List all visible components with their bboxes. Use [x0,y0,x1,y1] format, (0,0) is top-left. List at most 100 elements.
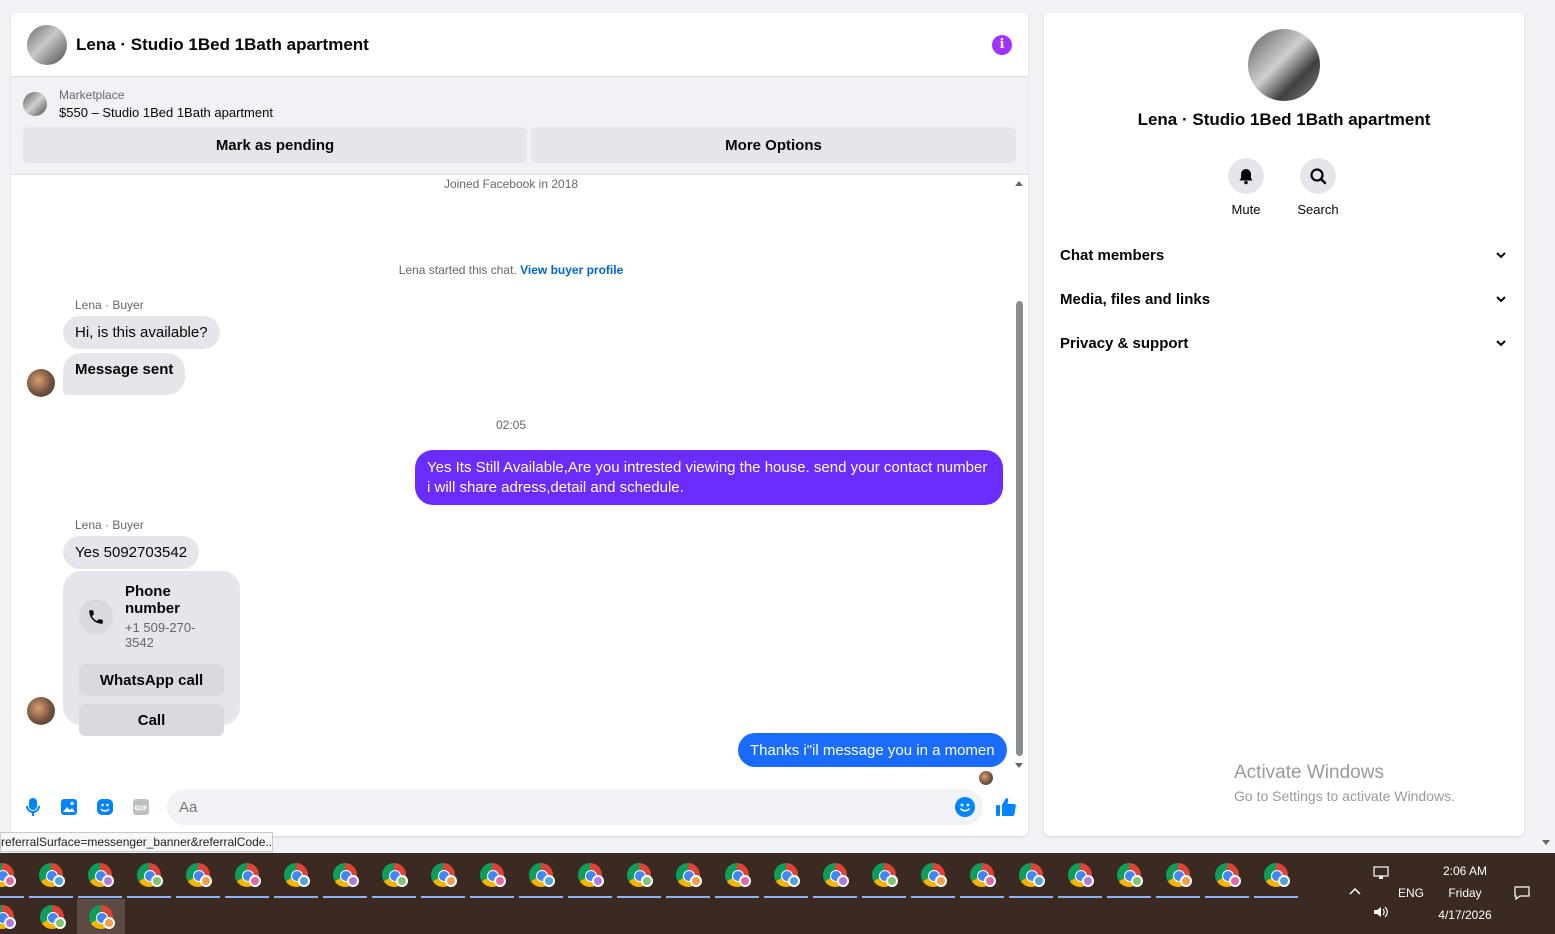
profile-badge-icon [445,875,457,887]
running-indicator [715,896,759,898]
section-chat-members[interactable]: Chat members [1060,243,1508,267]
listing-title[interactable]: $550 – Studio 1Bed 1Bath apartment [59,105,273,120]
running-indicator [813,896,857,898]
marketplace-bar: Marketplace $550 – Studio 1Bed 1Bath apa… [11,77,1028,175]
profile-badge-icon [641,875,653,887]
profile-badge-icon [690,875,702,887]
profile-badge-icon [886,875,898,887]
bell-icon[interactable] [1228,158,1264,194]
message-input[interactable] [179,798,939,816]
running-indicator [764,896,808,898]
search-icon[interactable] [1300,158,1336,194]
chevron-down-icon [1496,296,1506,303]
info-title: Lena · Studio 1Bed 1Bath apartment [1137,110,1431,129]
joined-facebook-note: Joined Facebook in 2018 [443,177,579,191]
gif-icon[interactable]: GIF [131,797,151,817]
profile-badge-icon [53,875,65,887]
thumbs-up-icon[interactable] [995,796,1017,818]
microphone-icon[interactable] [23,797,43,817]
profile-badge-icon [592,875,604,887]
running-indicator [617,896,661,898]
scroll-up-arrow[interactable] [1015,181,1023,186]
section-label: Chat members [1060,246,1165,264]
search-action[interactable]: Search [1288,158,1348,217]
sender-label: Lena · Buyer [75,518,144,532]
message-bubble-outgoing[interactable]: Thanks i"il message you in a momen [738,733,1007,767]
running-indicator [1009,896,1053,898]
svg-text:GIF: GIF [134,805,147,813]
sticker-icon[interactable] [95,797,115,817]
whatsapp-call-button[interactable]: WhatsApp call [79,664,224,696]
running-indicator [1205,896,1249,898]
notification-icon[interactable] [1514,885,1530,904]
profile-badge-icon [1082,875,1094,887]
profile-badge-icon [837,875,849,887]
message-bubble-incoming[interactable]: Message sent [63,353,186,395]
running-indicator [29,896,73,898]
profile-badge-icon [1131,875,1143,887]
running-indicator [274,896,318,898]
photo-icon[interactable] [59,797,79,817]
search-label: Search [1297,202,1339,217]
listing-thumbnail[interactable] [23,92,47,116]
conversation-info-panel: Lena · Studio 1Bed 1Bath apartment Mute … [1044,13,1524,836]
chat-header: Lena · Studio 1Bed 1Bath apartment i [11,13,1028,77]
profile-badge-icon [984,875,996,887]
chevron-down-icon [1496,252,1506,259]
sender-avatar[interactable] [27,697,55,725]
chevron-up-icon[interactable] [1348,885,1362,899]
running-indicator [127,896,171,898]
mute-label: Mute [1231,202,1261,217]
profile-badge-icon [543,875,555,887]
sender-avatar[interactable] [27,369,55,397]
running-indicator [1254,896,1298,898]
network-icon[interactable] [1372,865,1390,884]
read-receipt-avatar [979,771,993,785]
profile-badge-icon [739,875,751,887]
scroll-thumb[interactable] [1016,301,1023,756]
message-bubble-incoming[interactable]: Hi, is this available? [63,316,220,349]
section-media-files-links[interactable]: Media, files and links [1060,287,1508,311]
running-indicator [862,896,906,898]
language-indicator[interactable]: ENG [1398,886,1424,900]
clock-time[interactable]: 2:06 AM [1438,864,1492,878]
profile-badge-icon [935,875,947,887]
message-scrollbar[interactable] [1014,181,1024,773]
clock-date[interactable]: 4/17/2026 [1432,908,1498,922]
view-buyer-profile-link[interactable]: View buyer profile [520,263,623,277]
volume-icon[interactable] [1372,905,1390,922]
profile-badge-icon [298,875,310,887]
chat-title[interactable]: Lena · Studio 1Bed 1Bath apartment [76,35,992,55]
mark-as-pending-button[interactable]: Mark as pending [23,127,527,163]
marketplace-label: Marketplace [59,88,125,102]
mute-action[interactable]: Mute [1216,158,1276,217]
running-indicator [1058,896,1102,898]
page-scroll-down-arrow[interactable] [1542,840,1550,845]
call-button[interactable]: Call [79,704,224,736]
scroll-down-arrow[interactable] [1015,763,1023,768]
message-bubble-incoming[interactable]: Yes 5092703542 [63,536,200,569]
emoji-icon[interactable] [955,797,975,817]
clock-day[interactable]: Friday [1438,886,1492,900]
sender-label: Lena · Buyer [75,298,144,312]
running-indicator [421,896,465,898]
chat-started-note: Lena started this chat. View buyer profi… [11,263,1011,277]
section-label: Media, files and links [1060,290,1211,308]
profile-badge-icon [788,875,800,887]
info-avatar[interactable] [1248,29,1320,101]
running-indicator [225,896,269,898]
running-indicator [519,896,563,898]
info-icon[interactable]: i [992,34,1012,55]
section-privacy-support[interactable]: Privacy & support [1060,331,1508,355]
conversation-avatar[interactable] [27,24,67,65]
message-list: Joined Facebook in 2018 Lena started thi… [11,175,1015,785]
running-indicator [0,896,24,898]
running-indicator [323,896,367,898]
running-indicator [470,896,514,898]
more-options-button[interactable]: More Options [531,127,1016,163]
message-composer: GIF [11,789,1028,825]
taskbar: ENG 2:06 AM Friday 4/17/2026 [0,853,1555,934]
message-bubble-outgoing[interactable]: Yes Its Still Available,Are you intreste… [415,450,1003,505]
running-indicator [960,896,1004,898]
running-indicator [1156,896,1200,898]
